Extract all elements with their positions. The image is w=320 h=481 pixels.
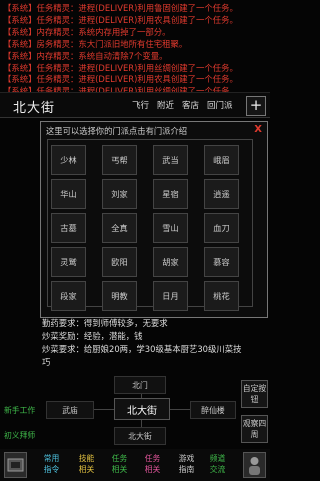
sect-button[interactable]: 少林 xyxy=(51,145,86,175)
close-icon[interactable]: X xyxy=(254,124,262,135)
sect-button[interactable]: 星宿 xyxy=(153,179,188,209)
return-sect-button[interactable]: 回门派 xyxy=(207,99,233,111)
new-player-link[interactable]: 新手工作 xyxy=(4,405,35,416)
sect-button[interactable]: 雪山 xyxy=(153,213,188,243)
log-line: 【系统】内存精灵：系统内存用掉了一部分。 xyxy=(3,26,171,37)
sect-button[interactable]: 刘家 xyxy=(102,179,137,209)
map-room-west[interactable]: 武庙 xyxy=(46,401,94,419)
sect-button[interactable]: 逍遥 xyxy=(204,179,239,209)
plus-button[interactable]: + xyxy=(246,96,266,116)
header-nav: 飞行 附近 客店 回门派 xyxy=(132,99,233,111)
sect-button[interactable]: 灵鹫 xyxy=(51,247,86,277)
log-line: 【系统】任务精灵：进程(DELIVER)利用丝绸创建了一个任务。 xyxy=(3,62,238,73)
map-path xyxy=(168,409,192,410)
sect-button[interactable]: 血刀 xyxy=(204,213,239,243)
inn-button[interactable]: 客店 xyxy=(182,99,199,111)
map-room-north[interactable]: 北门 xyxy=(114,376,166,394)
fly-button[interactable]: 飞行 xyxy=(132,99,149,111)
map-room-south[interactable]: 北大街 xyxy=(114,427,166,445)
info-line: 巧 xyxy=(42,357,51,367)
location-title: 北大街 xyxy=(13,101,56,116)
sect-button[interactable]: 古墓 xyxy=(51,213,86,243)
map-room-east[interactable]: 醉仙楼 xyxy=(190,401,236,419)
skills-label: 技能相关 xyxy=(78,454,95,474)
game-guide-button[interactable]: 游戏指南 xyxy=(175,451,198,478)
sect-button[interactable]: 明教 xyxy=(102,281,137,311)
map-path xyxy=(93,409,115,410)
channel-chat-button[interactable]: 频道交流 xyxy=(206,451,229,478)
character-icon[interactable] xyxy=(243,452,266,478)
log-line: 【系统】内存精灵：系统自动清除7个变量。 xyxy=(3,50,168,61)
nearby-button[interactable]: 附近 xyxy=(157,99,174,111)
inventory-icon[interactable] xyxy=(4,452,27,478)
skills-button[interactable]: 技能相关 xyxy=(75,451,98,478)
sect-selection-dialog: 这里可以选择你的门派点击有门派介绍 X 少林 丐帮 武当 峨眉 华山 刘家 星宿… xyxy=(40,121,268,318)
channel-chat-label: 频道交流 xyxy=(209,454,226,474)
bottom-bar: 常用指令 技能相关 任务相关 任务相关 游戏指南 频道交流 xyxy=(0,449,270,481)
sect-grid: 少林 丐帮 武当 峨眉 华山 刘家 星宿 逍遥 古墓 全真 雪山 血刀 灵鹫 欧… xyxy=(47,139,253,311)
sect-button[interactable]: 全真 xyxy=(102,213,137,243)
sect-button[interactable]: 慕容 xyxy=(204,247,239,277)
sect-button[interactable]: 武当 xyxy=(153,145,188,175)
location-header: 北大街 飞行 附近 客店 回门派 + xyxy=(0,92,270,118)
custom-button[interactable]: 自定按钮 xyxy=(241,380,268,408)
quests-label: 任务相关 xyxy=(111,454,128,474)
game-guide-label: 游戏指南 xyxy=(178,454,195,474)
sect-button[interactable]: 段家 xyxy=(51,281,86,311)
sect-button[interactable]: 胡家 xyxy=(153,247,188,277)
log-line: 【系统】任务精灵：进程(DELIVER)利用农具创建了一个任务。 xyxy=(3,14,238,25)
log-line: 【系统】房务精灵：东大门派旧地所有住宅租聚。 xyxy=(3,38,188,49)
look-around-button[interactable]: 观察四周 xyxy=(241,415,268,443)
log-line: 【系统】任务精灵：进程(DELIVER)利用鲁固创建了一个任务。 xyxy=(3,3,238,13)
room-info: 勤药要求：得到师傅较多，无要求 炒菜奖励：经验，潜能，钱 炒菜要求：给厨娘20两… xyxy=(42,317,266,369)
sect-button[interactable]: 欧阳 xyxy=(102,247,137,277)
quests-button[interactable]: 任务相关 xyxy=(108,451,131,478)
info-line: 勤药要求：得到师傅较多，无要求 xyxy=(42,318,168,328)
common-commands-label: 常用指令 xyxy=(43,454,60,474)
log-line: 【系统】任务精灵：进程(DELIVER)利用农具创建了一个任务。 xyxy=(3,74,238,85)
sect-button[interactable]: 华山 xyxy=(51,179,86,209)
dialog-title: 这里可以选择你的门派点击有门派介绍 xyxy=(46,126,188,136)
map-room-current: 北大街 xyxy=(114,398,170,420)
beginner-link[interactable]: 初义拜师 xyxy=(4,430,35,441)
sect-button[interactable]: 丐帮 xyxy=(102,145,137,175)
sect-button[interactable]: 日月 xyxy=(153,281,188,311)
tasks-label: 任务相关 xyxy=(144,454,161,474)
common-commands-button[interactable]: 常用指令 xyxy=(40,451,63,478)
info-line: 炒菜奖励：经验，潜能，钱 xyxy=(42,331,143,341)
sect-button[interactable]: 桃花 xyxy=(204,281,239,311)
tasks-button[interactable]: 任务相关 xyxy=(141,451,164,478)
info-line: 炒菜要求：给厨娘20两，学30级基本厨艺30级川菜技 xyxy=(42,344,242,354)
system-log: 【系统】任务精灵：进程(DELIVER)利用鲁固创建了一个任务。 【系统】任务精… xyxy=(3,3,267,98)
sect-button[interactable]: 峨眉 xyxy=(204,145,239,175)
